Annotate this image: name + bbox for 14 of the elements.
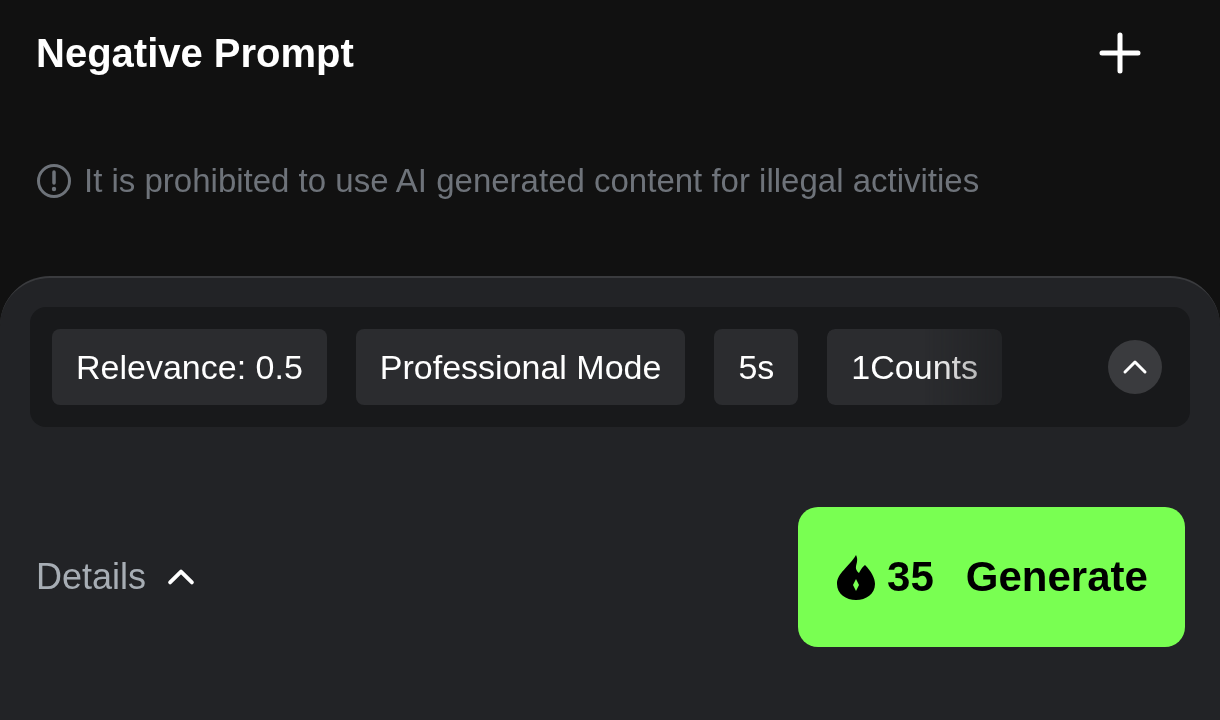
setting-chip[interactable]: 5s — [714, 329, 799, 405]
generate-label: Generate — [965, 553, 1148, 601]
section-title: Negative Prompt — [36, 30, 354, 76]
generate-button[interactable]: 35 Generate — [798, 507, 1185, 647]
credit-cost: 35 — [887, 553, 934, 601]
info-icon — [36, 163, 72, 199]
collapse-button[interactable] — [1108, 340, 1162, 394]
flame-icon — [835, 553, 878, 601]
setting-chip[interactable]: Professional Mode — [355, 329, 686, 405]
setting-chip[interactable]: Relevance: 0.5 — [52, 329, 327, 405]
notice-text: It is prohibited to use AI generated content for illegal activities — [84, 162, 980, 200]
setting-chip[interactable]: 1Counts — [827, 329, 1002, 405]
add-button[interactable] — [1098, 31, 1142, 75]
details-toggle[interactable]: Details — [36, 556, 199, 598]
